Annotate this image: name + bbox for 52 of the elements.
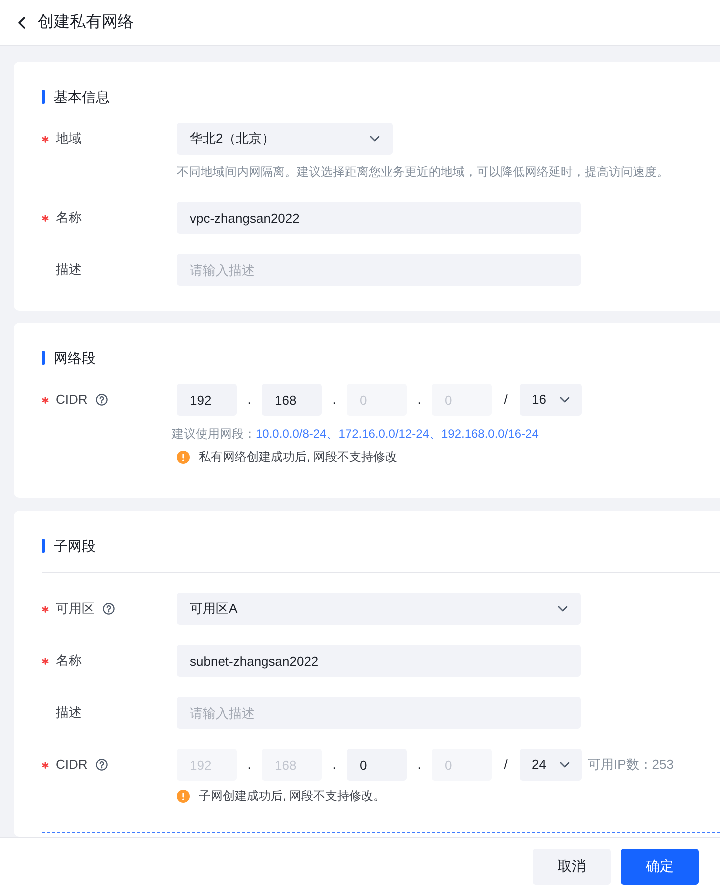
- help-icon[interactable]: [96, 759, 108, 771]
- dot-separator: .: [246, 391, 252, 409]
- confirm-button[interactable]: 确定: [621, 848, 699, 884]
- cidr-range-link[interactable]: 10.0.0.0/8-24、172.16.0.0/12-24、192.168.0.0/16-24: [256, 427, 539, 441]
- mask-select[interactable]: 16: [520, 384, 582, 416]
- text-input[interactable]: subnet-zhangsan2022: [177, 645, 581, 677]
- slash-separator: /: [503, 391, 509, 409]
- field-label: 可用区: [56, 600, 95, 618]
- field-label: 描述: [56, 261, 82, 279]
- dot-separator: .: [416, 756, 422, 774]
- mask-select[interactable]: 24: [520, 749, 582, 781]
- ip-octet-input[interactable]: 192: [177, 384, 237, 416]
- field-label: 名称: [56, 209, 82, 227]
- ip-octet-input[interactable]: 168: [262, 384, 322, 416]
- field-label: 地域: [56, 130, 82, 148]
- chevron-down-icon: [560, 397, 570, 403]
- cancel-button[interactable]: 取消: [533, 848, 611, 884]
- field-label: CIDR: [56, 756, 88, 774]
- chevron-down-icon: [560, 762, 570, 768]
- chevron-down-icon: [558, 606, 568, 612]
- text-input[interactable]: vpc-zhangsan2022: [177, 202, 581, 234]
- warning-text: 私有网络创建成功后, 网段不支持修改: [199, 449, 398, 465]
- text-input[interactable]: 请输入描述: [177, 254, 581, 286]
- section-title: 网络段: [54, 349, 96, 368]
- help-icon[interactable]: [96, 394, 108, 406]
- warning-icon: [177, 450, 190, 464]
- back-icon[interactable]: [18, 16, 26, 28]
- section-title: 基本信息: [54, 88, 110, 107]
- section-title: 子网段: [54, 537, 96, 556]
- section-marker-icon: [42, 539, 45, 553]
- region-select[interactable]: 华北2（北京）: [177, 123, 393, 155]
- available-ip-count: 可用IP数：253: [588, 756, 674, 774]
- cidr-suggestion-text: 建议使用网段：10.0.0.0/8-24、172.16.0.0/12-24、192.168.0.0/16-24: [172, 426, 540, 442]
- chevron-down-icon: [370, 136, 380, 142]
- warning-text: 子网创建成功后, 网段不支持修改。: [199, 788, 386, 804]
- text-input[interactable]: 请输入描述: [177, 697, 581, 729]
- dot-separator: .: [332, 756, 338, 774]
- hint-text: 不同地域间内网隔离。建议选择距离您业务更近的地域，可以降低网络延时，提高访问速度。: [177, 164, 669, 180]
- dot-separator: .: [332, 391, 338, 409]
- field-label: CIDR: [56, 391, 88, 409]
- slash-separator: /: [503, 756, 509, 774]
- page-title: 创建私有网络: [38, 12, 134, 32]
- section-marker-icon: [42, 351, 45, 365]
- field-label: 名称: [56, 652, 82, 670]
- ip-octet-input[interactable]: 0: [347, 749, 407, 781]
- warning-icon: [177, 790, 190, 802]
- help-icon[interactable]: [103, 603, 115, 615]
- section-marker-icon: [42, 90, 45, 104]
- dropdown-select[interactable]: 可用区A: [177, 593, 581, 625]
- dot-separator: .: [416, 391, 422, 409]
- dot-separator: .: [246, 756, 252, 774]
- field-label: 描述: [56, 704, 82, 722]
